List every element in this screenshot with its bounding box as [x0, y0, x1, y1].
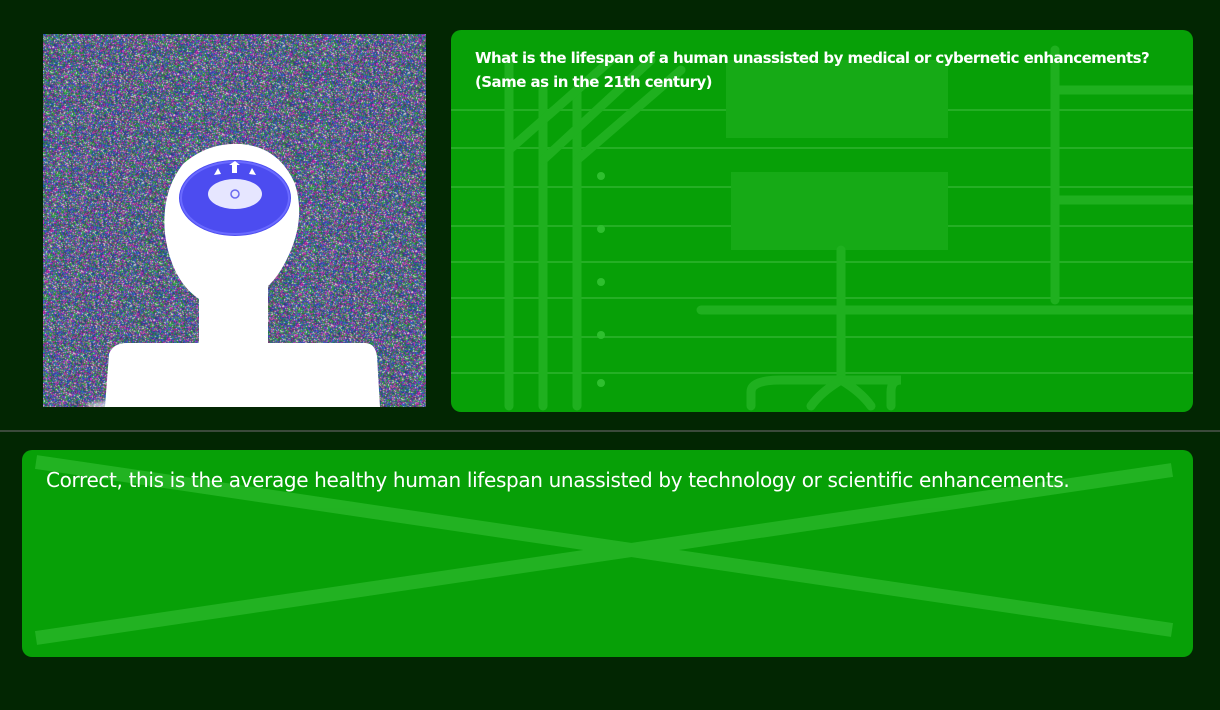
game-screen: What is the lifespan of a human unassist…: [0, 0, 1220, 710]
question-line-2: (Same as in the 21th century): [475, 73, 713, 91]
eye-icon: [179, 160, 291, 236]
section-divider: [0, 430, 1220, 432]
character-portrait: [43, 34, 426, 407]
response-panel[interactable]: Correct, this is the average healthy hum…: [22, 450, 1193, 657]
question-text: What is the lifespan of a human unassist…: [475, 46, 1175, 94]
response-text: Correct, this is the average healthy hum…: [46, 468, 1070, 492]
humanoid-silhouette-icon: [85, 143, 380, 407]
question-panel: What is the lifespan of a human unassist…: [451, 30, 1193, 412]
question-line-1: What is the lifespan of a human unassist…: [475, 49, 1150, 67]
